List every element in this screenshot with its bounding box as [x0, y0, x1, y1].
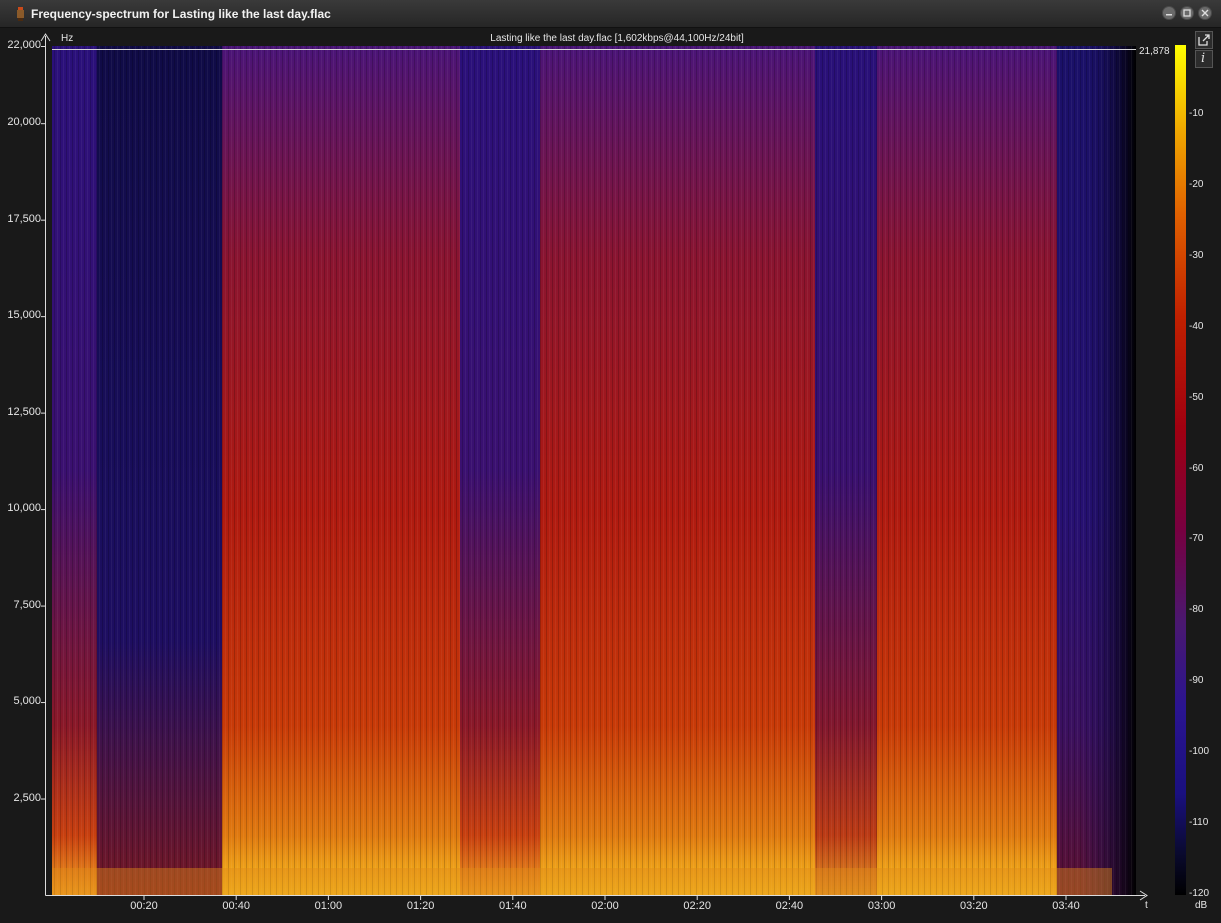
popout-button[interactable] — [1195, 31, 1213, 49]
y-tick-label: 7,500 — [13, 598, 41, 611]
y-tick-label: 20,000 — [7, 116, 41, 129]
x-tick-label: 02:00 — [591, 900, 619, 912]
x-tick-label: 00:40 — [222, 900, 250, 912]
window-title: Frequency-spectrum for Lasting like the … — [31, 7, 331, 21]
colorbar-tick-label: -60 — [1189, 462, 1204, 474]
colorbar-tick-label: -70 — [1189, 533, 1204, 545]
colorbar-tick-label: -90 — [1189, 675, 1204, 687]
x-tick-label: 03:00 — [867, 900, 896, 912]
file-info-label: Lasting like the last day.flac [1,602kbp… — [490, 33, 744, 44]
minimize-icon — [1166, 14, 1172, 16]
spectrum-plot-area: Hz Lasting like the last day.flac [1,602… — [0, 28, 1221, 923]
colorbar-tick-label: -40 — [1189, 320, 1204, 332]
app-icon — [17, 7, 24, 21]
y-tick-label: 12,500 — [7, 405, 41, 418]
spectrogram — [40, 33, 1148, 901]
close-icon — [1201, 9, 1209, 17]
colorbar-tick-label: -120 — [1189, 887, 1210, 899]
x-tick-label: 02:20 — [683, 900, 711, 912]
colorbar-tick-label: -80 — [1189, 604, 1204, 616]
y-tick-label: 22,000 — [7, 39, 41, 51]
x-tick-label: 03:20 — [960, 900, 988, 912]
x-tick-label: 01:00 — [314, 900, 343, 912]
maximize-button[interactable] — [1180, 6, 1194, 20]
db-colorbar — [1175, 45, 1186, 895]
y-tick-label: 2,500 — [13, 791, 41, 804]
x-tick-label: 02:40 — [775, 900, 804, 912]
x-tick-label: 00:20 — [130, 900, 158, 912]
info-icon: i — [1201, 51, 1206, 66]
minimize-button[interactable] — [1162, 6, 1176, 20]
y-axis-unit: Hz — [61, 33, 74, 44]
colorbar-tick-label: -10 — [1189, 108, 1204, 119]
colorbar-tick-label: -20 — [1189, 178, 1204, 190]
y-tick-label: 5,000 — [13, 695, 41, 708]
popout-icon — [1198, 34, 1210, 46]
x-tick-label: 01:20 — [406, 900, 435, 912]
colorbar-tick-label: -110 — [1189, 817, 1209, 828]
title-bar[interactable]: Frequency-spectrum for Lasting like the … — [0, 0, 1221, 28]
colorbar-tick-label: -30 — [1189, 249, 1204, 261]
info-button[interactable]: i — [1195, 50, 1213, 68]
x-tick-label: 03:40 — [1052, 900, 1080, 912]
y-tick-label: 15,000 — [7, 309, 41, 322]
spectrogram-image — [52, 46, 1136, 895]
y-tick-label: 17,500 — [7, 212, 41, 225]
colorbar-tick-label: -50 — [1189, 391, 1204, 403]
colorbar-tick-label: -100 — [1189, 746, 1210, 758]
x-tick-label: 01:40 — [499, 900, 527, 912]
y-tick-label: 10,000 — [7, 502, 41, 515]
close-button[interactable] — [1198, 6, 1212, 20]
colorbar-unit: dB — [1195, 900, 1208, 911]
maximize-icon — [1183, 9, 1191, 17]
x-axis-unit: t — [1145, 900, 1148, 911]
max-frequency-label: 21,878 — [1139, 46, 1170, 57]
